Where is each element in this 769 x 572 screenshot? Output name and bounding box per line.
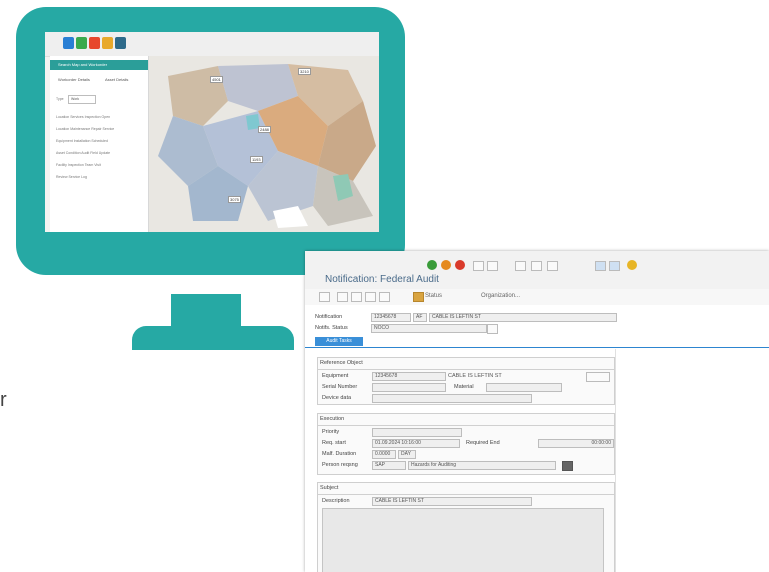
window-title: Notification: Federal Audit xyxy=(325,274,439,285)
req-start-label: Req. start xyxy=(322,440,346,446)
side-area xyxy=(615,349,769,572)
tab-workorder-details[interactable]: Workorder Details xyxy=(58,77,90,82)
map-label[interactable]: 4501 xyxy=(210,76,223,83)
person-search-icon[interactable] xyxy=(562,461,573,471)
layout-icon[interactable] xyxy=(609,261,620,271)
priority-label: Priority xyxy=(322,429,340,435)
status-red-icon[interactable] xyxy=(455,260,465,270)
layout-icon[interactable] xyxy=(595,261,606,271)
toolbar-button-alert-icon[interactable] xyxy=(89,37,100,49)
serial-number-field[interactable] xyxy=(372,383,446,392)
list-item[interactable]: Location Services Inspection Open xyxy=(56,114,110,120)
map-regions xyxy=(158,64,376,228)
status-green-icon[interactable] xyxy=(427,260,437,270)
attachment-icon[interactable] xyxy=(379,292,390,302)
map-app-toolbar xyxy=(45,32,379,57)
equipment-description: CABLE IS LEFTIN ST xyxy=(448,373,502,379)
status-info-icon[interactable] xyxy=(487,324,498,334)
cut-off-text: r xyxy=(0,389,7,411)
map-label[interactable]: 3075 xyxy=(228,196,241,203)
required-end-field[interactable]: 00:00:00 xyxy=(538,439,614,448)
map-label[interactable]: 3210 xyxy=(298,68,311,75)
sap-notification-window: Notification: Federal Audit Status Organ… xyxy=(305,251,769,572)
notification-type-field[interactable]: AF xyxy=(413,313,427,322)
folder-icon[interactable] xyxy=(413,292,424,302)
map-canvas[interactable]: 4501 3210 2488 1193 3075 xyxy=(148,56,379,232)
tasks-icon[interactable] xyxy=(337,292,348,302)
person-reporting-field[interactable]: SAP xyxy=(372,461,406,470)
long-text-editor[interactable] xyxy=(322,508,604,572)
list-item[interactable]: Review Service Log xyxy=(56,174,87,180)
notification-description-field[interactable]: CABLE IS LEFTIN ST xyxy=(429,313,617,322)
help-icon[interactable] xyxy=(627,260,637,270)
display-icon[interactable] xyxy=(319,292,330,302)
map-label[interactable]: 2488 xyxy=(258,126,271,133)
notif-status-label: Notifs. Status xyxy=(315,325,348,331)
map-label[interactable]: 1193 xyxy=(250,156,263,163)
toolbar-button-home-icon[interactable] xyxy=(63,37,74,49)
description-field[interactable]: CABLE IS LEFTIN ST xyxy=(372,497,532,506)
panel-tabs: Workorder Details Asset Details xyxy=(50,74,148,86)
status-button[interactable]: Status xyxy=(425,293,442,299)
group-divider xyxy=(318,369,614,370)
sap-application-toolbar: Status Organization... xyxy=(305,289,769,305)
person-reporting-label: Person reqsng xyxy=(322,462,358,468)
page-icon[interactable] xyxy=(531,261,542,271)
material-label: Material xyxy=(454,384,474,390)
search-panel: Search Map and Workorder Workorder Detai… xyxy=(50,56,149,232)
malf-duration-field[interactable]: 0.0000 xyxy=(372,450,396,459)
group-divider xyxy=(318,425,614,426)
notif-status-field[interactable]: NOCO xyxy=(371,324,487,333)
tab-asset-details[interactable]: Asset Details xyxy=(105,77,128,82)
panel-header[interactable]: Search Map and Workorder xyxy=(50,60,148,70)
req-start-field[interactable]: 01.09.2024 10:16:00 xyxy=(372,439,460,448)
required-end-label: Required End xyxy=(466,440,500,446)
group-title: Execution xyxy=(320,416,345,422)
list-item[interactable]: Equipment Installation Scheduled xyxy=(56,138,108,144)
monitor-stand-neck xyxy=(171,294,241,330)
page-icon[interactable] xyxy=(547,261,558,271)
find-icon[interactable] xyxy=(487,261,498,271)
toolbar-button-layers-icon[interactable] xyxy=(76,37,87,49)
status-orange-icon[interactable] xyxy=(441,260,451,270)
description-label: Description xyxy=(322,498,350,504)
equipment-label: Equipment xyxy=(322,373,349,379)
toolbar-button-info-icon[interactable] xyxy=(115,37,126,49)
group-title: Reference Object xyxy=(320,360,363,366)
gis-map-screen: 4501 3210 2488 1193 3075 Search Map and … xyxy=(45,32,379,232)
material-field[interactable] xyxy=(486,383,562,392)
priority-select[interactable] xyxy=(372,428,462,437)
device-data-label: Device data xyxy=(322,395,352,401)
object-icon[interactable] xyxy=(365,292,376,302)
malf-unit-field[interactable]: DAY xyxy=(398,450,416,459)
execution-group: Execution Priority Req. start 01.09.2024… xyxy=(317,413,615,475)
sap-titlebar: Notification: Federal Audit xyxy=(305,251,769,289)
monitor-stand-base xyxy=(132,326,294,350)
document-icon[interactable] xyxy=(351,292,362,302)
print-icon[interactable] xyxy=(473,261,484,271)
notification-number-field[interactable]: 12345678 xyxy=(371,313,411,322)
malf-duration-label: Malf. Duration xyxy=(322,451,357,457)
organization-button[interactable]: Organization... xyxy=(481,293,520,299)
equipment-detail-icon[interactable] xyxy=(586,372,610,382)
tab-separator xyxy=(305,347,769,348)
list-item[interactable]: Location Maintenance Repair Service xyxy=(56,126,114,132)
serial-number-label: Serial Number xyxy=(322,384,358,390)
filter-select[interactable]: Work xyxy=(68,95,96,104)
reference-object-group: Reference Object Equipment 12345678 CABL… xyxy=(317,357,615,405)
equipment-field[interactable]: 12345678 xyxy=(372,372,446,381)
filter-label: Type xyxy=(56,97,64,101)
tab-audit-tasks[interactable]: Audit Tasks xyxy=(315,337,363,346)
list-item[interactable]: Facility Inspection Team Visit xyxy=(56,162,101,168)
notification-label: Notification xyxy=(315,314,343,320)
group-title: Subject xyxy=(320,485,339,491)
device-data-field[interactable] xyxy=(372,394,532,403)
person-reporting-name: Hazards for Auditing xyxy=(408,461,556,470)
page-icon[interactable] xyxy=(515,261,526,271)
group-divider xyxy=(318,494,614,495)
list-item[interactable]: Asset Condition Audit Field Update xyxy=(56,150,110,156)
toolbar-button-tools-icon[interactable] xyxy=(102,37,113,49)
subject-group: Subject Description CABLE IS LEFTIN ST xyxy=(317,482,615,572)
